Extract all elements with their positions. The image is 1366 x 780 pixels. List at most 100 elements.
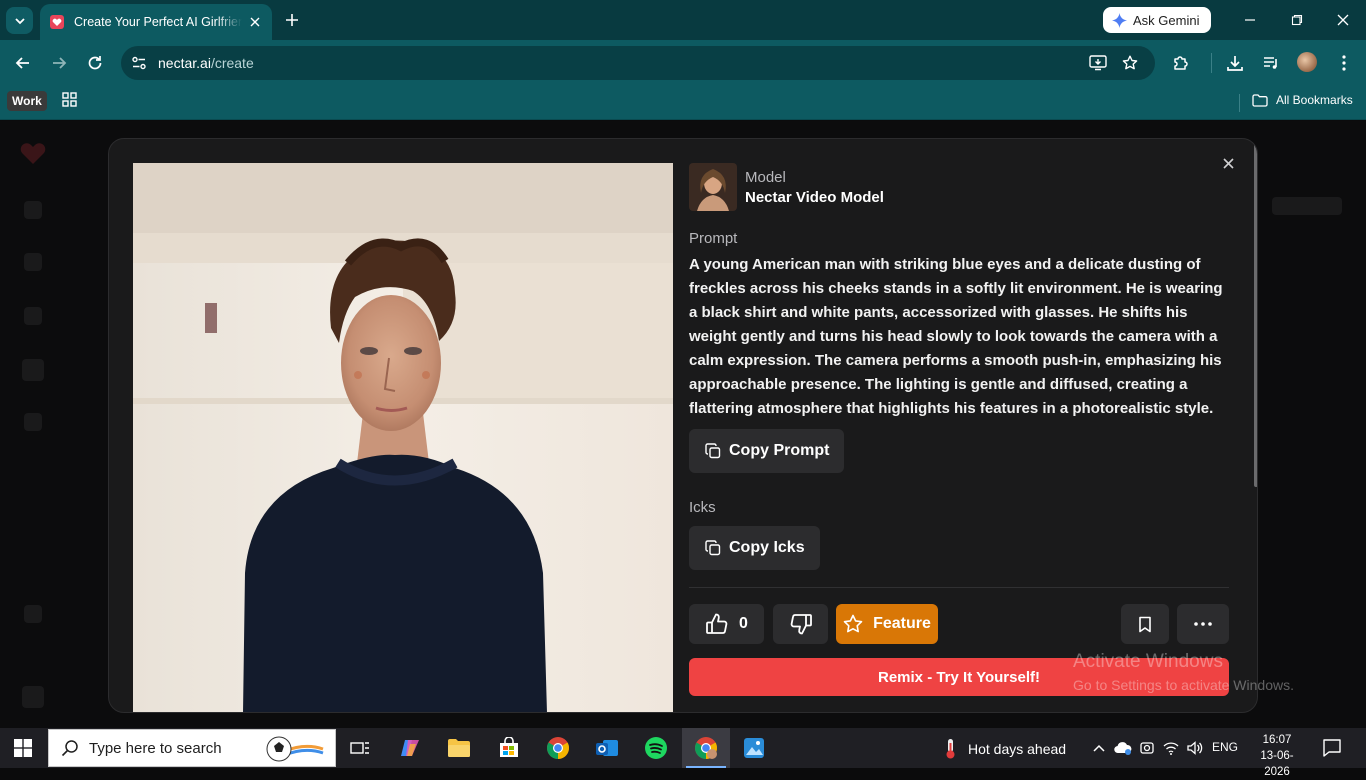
copy-prompt-label: Copy Prompt (729, 442, 830, 459)
bookmark-icon (1139, 616, 1151, 632)
tab-search-button[interactable] (6, 7, 33, 34)
taskbar-search[interactable]: Type here to search (48, 729, 336, 767)
wifi-icon (1163, 742, 1179, 755)
copilot-app[interactable] (386, 728, 434, 768)
windows-taskbar: Type here to search Hot days ahead ENG 1… (0, 728, 1366, 778)
copy-icks-button[interactable]: Copy Icks (689, 526, 820, 570)
ask-gemini-button[interactable]: Ask Gemini (1103, 7, 1211, 33)
address-bar[interactable]: nectar.ai/create (121, 46, 1155, 80)
outlook-icon (596, 740, 618, 756)
chrome-profile-icon (695, 737, 717, 759)
browser-menu-button[interactable] (1333, 52, 1355, 74)
windows-start-icon[interactable] (14, 739, 32, 757)
search-highlight-soccer-icon (266, 736, 324, 762)
star-icon (1122, 55, 1138, 70)
wifi-tray-icon[interactable] (1162, 739, 1180, 757)
minimize-button[interactable] (1238, 8, 1262, 32)
forward-button[interactable] (47, 51, 71, 75)
save-button[interactable] (1121, 604, 1169, 644)
copy-icon (705, 443, 721, 459)
thumbs-down-icon (790, 614, 812, 635)
icks-label: Icks (689, 499, 716, 516)
downloads-button[interactable] (1224, 52, 1246, 74)
feature-label: Feature (873, 615, 931, 632)
spotify-app[interactable] (632, 728, 680, 768)
new-tab-button[interactable] (282, 10, 302, 30)
language-indicator[interactable]: ENG (1212, 740, 1238, 754)
modal-scrollbar[interactable] (1253, 139, 1257, 712)
browser-tab[interactable]: Create Your Perfect AI Girlfriend (40, 4, 272, 40)
back-button[interactable] (11, 51, 35, 75)
taskbar-clock[interactable]: 16:07 13-06-2026 (1252, 732, 1302, 780)
close-window-button[interactable] (1331, 8, 1355, 32)
model-meta: Model Nectar Video Model (745, 169, 884, 206)
install-app-button[interactable] (1088, 54, 1108, 72)
extensions-button[interactable] (1170, 52, 1192, 74)
copy-prompt-button[interactable]: Copy Prompt (689, 429, 845, 473)
sidebar-ghost-icon (24, 201, 42, 219)
task-view-button[interactable] (336, 728, 384, 768)
video-preview[interactable] (133, 163, 673, 712)
photos-app[interactable] (730, 728, 778, 768)
store-icon (500, 737, 518, 757)
dislike-button[interactable] (773, 604, 828, 644)
header-ghost-button (1272, 197, 1342, 215)
remix-button[interactable]: Remix - Try It Yourself! (689, 658, 1229, 696)
clock-date: 13-06-2026 (1260, 750, 1294, 778)
sidebar-ghost-icon (24, 413, 42, 431)
restore-icon (1291, 14, 1303, 26)
more-options-button[interactable] (1177, 604, 1229, 644)
url-domain: nectar.ai (158, 55, 211, 71)
plus-icon (286, 14, 298, 26)
media-controls-button[interactable] (1260, 52, 1282, 74)
notification-center-icon[interactable] (1322, 738, 1342, 758)
chevron-down-icon (14, 17, 25, 24)
weather-widget[interactable]: Hot days ahead (940, 738, 1066, 760)
video-detail-modal: Model Nectar Video Model Prompt A young … (108, 138, 1258, 713)
restore-button[interactable] (1285, 8, 1309, 32)
tab-title: Create Your Perfect AI Girlfriend (74, 15, 242, 29)
reload-button[interactable] (83, 51, 107, 75)
toolbar-separator (1211, 53, 1212, 73)
all-bookmarks-button[interactable]: All Bookmarks (1252, 93, 1353, 107)
task-view-icon (350, 742, 369, 754)
all-bookmarks-label: All Bookmarks (1276, 93, 1353, 107)
photos-icon (744, 738, 764, 758)
bookmarks-separator (1239, 94, 1240, 112)
onedrive-tray-icon[interactable] (1114, 739, 1132, 757)
site-settings-icon (132, 56, 146, 70)
model-thumbnail-image (689, 163, 737, 211)
feature-button[interactable]: Feature (836, 604, 938, 644)
volume-tray-icon[interactable] (1186, 739, 1204, 757)
cloud-icon (1114, 742, 1132, 755)
copy-icks-label: Copy Icks (729, 539, 805, 556)
apps-grid-icon[interactable] (62, 92, 77, 107)
file-explorer-app[interactable] (435, 728, 483, 768)
spotify-icon (645, 737, 667, 759)
tab-close-button[interactable] (246, 13, 264, 31)
bookmark-star-button[interactable] (1120, 54, 1140, 72)
show-hidden-icons-button[interactable] (1090, 739, 1108, 757)
like-button[interactable]: 0 (689, 604, 764, 644)
chrome-app[interactable] (534, 728, 582, 768)
close-icon (1337, 14, 1349, 26)
profile-avatar[interactable] (1297, 52, 1317, 72)
url-path: /create (210, 55, 254, 71)
outlook-app[interactable] (583, 728, 631, 768)
camera-icon (1140, 742, 1154, 754)
copilot-icon (401, 740, 419, 756)
chevron-up-icon (1093, 744, 1105, 752)
ask-gemini-label: Ask Gemini (1133, 12, 1200, 28)
microsoft-store-app[interactable] (485, 728, 533, 768)
chrome-active-app[interactable] (682, 728, 730, 768)
sidebar-ghost-icon (22, 686, 44, 708)
scrollbar-thumb[interactable] (1254, 141, 1257, 487)
download-icon (1227, 56, 1243, 71)
heart-logo-icon (20, 143, 46, 164)
work-profile-chip[interactable]: Work (7, 91, 47, 111)
sidebar-ghost-icon (24, 605, 42, 623)
meet-now-tray-icon[interactable] (1138, 739, 1156, 757)
section-divider (689, 587, 1229, 588)
tab-strip: Create Your Perfect AI Girlfriend Ask Ge… (0, 0, 1366, 40)
thermometer-icon (946, 739, 955, 759)
